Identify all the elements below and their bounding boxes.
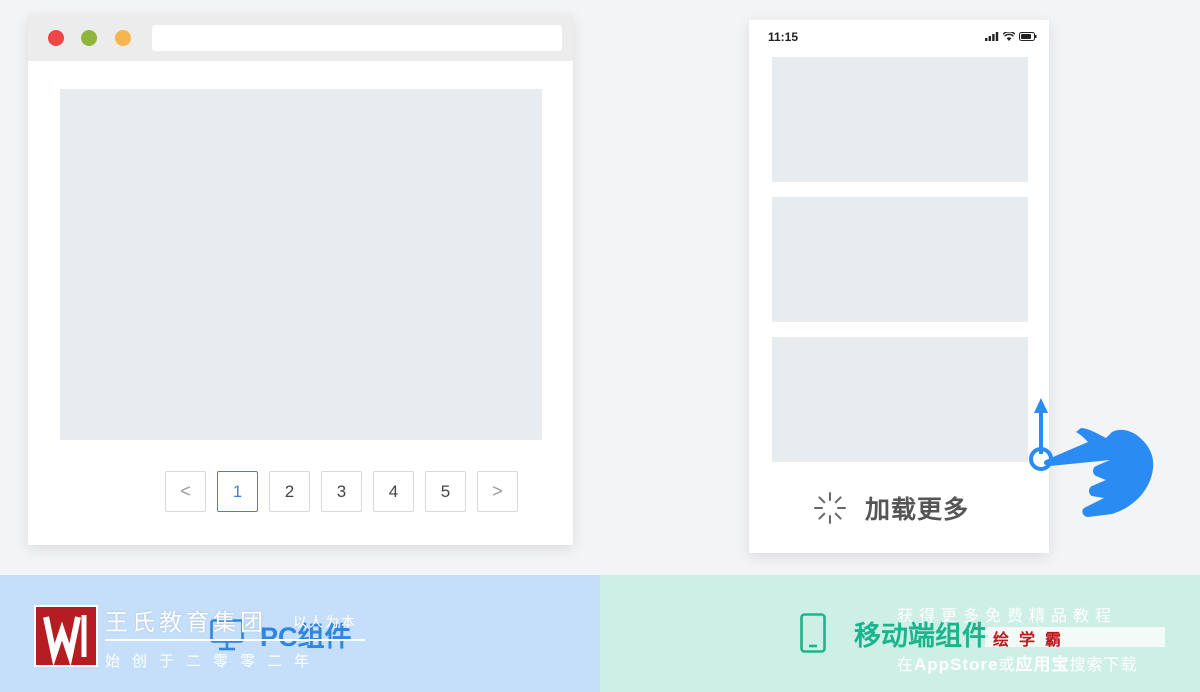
logo-mark-icon xyxy=(43,615,87,667)
watermark-site-name: 绘学霸 xyxy=(993,632,1072,649)
battery-icon xyxy=(1019,32,1037,41)
list-card xyxy=(772,57,1028,182)
next-page-button[interactable]: > xyxy=(477,471,518,512)
store-appstore: AppStore xyxy=(914,655,999,674)
status-icons xyxy=(985,32,1037,41)
prev-page-button[interactable]: < xyxy=(165,471,206,512)
watermark-since: 始创于二零零二年 xyxy=(105,653,322,670)
store-prefix: 在 xyxy=(897,657,915,674)
page-button-5[interactable]: 5 xyxy=(425,471,466,512)
pagination: < 1 2 3 4 5 > xyxy=(165,471,518,512)
mobile-phone-screen: 11:15 加载更多 xyxy=(749,20,1049,553)
load-more-label: 加载更多 xyxy=(865,496,970,524)
status-time: 11:15 xyxy=(768,30,799,44)
watermark-store-line: 在AppStore或应用宝搜索下载 xyxy=(897,650,1138,675)
load-more[interactable]: 加载更多 xyxy=(813,490,969,526)
list-card xyxy=(772,197,1028,322)
maximize-dot[interactable] xyxy=(115,30,131,46)
watermark-promo: 获得更多免费精品教程 xyxy=(897,608,1118,625)
spinner-icon xyxy=(814,492,846,524)
store-yyb: 应用宝 xyxy=(1015,655,1070,674)
content-placeholder xyxy=(60,89,542,440)
page-button-4[interactable]: 4 xyxy=(373,471,414,512)
page-button-3[interactable]: 3 xyxy=(321,471,362,512)
page-button-1[interactable]: 1 xyxy=(217,471,258,512)
wifi-icon xyxy=(1003,32,1015,41)
close-dot[interactable] xyxy=(48,30,64,46)
page-button-2[interactable]: 2 xyxy=(269,471,310,512)
watermark-divider xyxy=(105,639,365,641)
signal-icon xyxy=(985,32,999,41)
pc-browser-window: < 1 2 3 4 5 > xyxy=(28,15,573,545)
browser-title-bar xyxy=(28,15,573,61)
list-card xyxy=(772,337,1028,462)
watermark-slogan: 以人为本 xyxy=(293,614,357,630)
phone-icon xyxy=(800,613,826,653)
store-or: 或 xyxy=(998,657,1016,674)
minimize-dot[interactable] xyxy=(81,30,97,46)
watermark-logo xyxy=(34,605,98,667)
address-bar[interactable] xyxy=(152,25,562,51)
watermark-group-name: 王氏教育集团 xyxy=(105,609,267,635)
store-suffix: 搜索下载 xyxy=(1069,657,1138,674)
hand-swipe-icon xyxy=(1029,398,1154,517)
